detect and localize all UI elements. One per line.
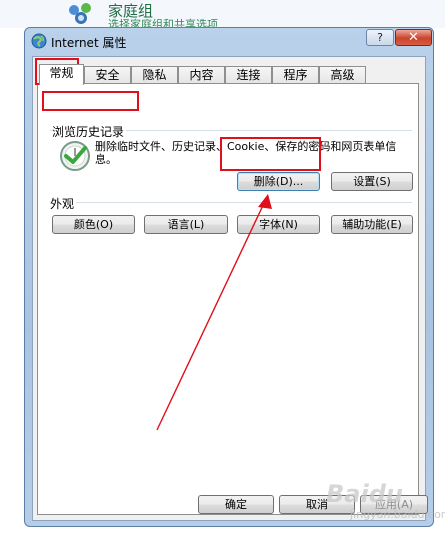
history-clock-icon xyxy=(60,141,90,171)
history-description: 删除临时文件、历史记录、Cookie、保存的密码和网页表单信息。 xyxy=(95,140,397,166)
languages-button[interactable]: 语言(L) xyxy=(144,215,228,234)
title-bar[interactable]: Internet 属性 ? ✕ xyxy=(25,28,433,56)
tab-content[interactable]: 内容 xyxy=(178,66,225,84)
tab-programs[interactable]: 程序 xyxy=(272,66,319,84)
tab-privacy[interactable]: 隐私 xyxy=(131,66,178,84)
ok-button[interactable]: 确定 xyxy=(198,495,274,514)
internet-properties-dialog: Internet 属性 ? ✕ 常规 安全 隐私 内容 连接 程序 高级 浏览历… xyxy=(24,27,434,527)
history-settings-button[interactable]: 设置(S) xyxy=(331,172,413,191)
tab-connections[interactable]: 连接 xyxy=(225,66,272,84)
window-title: Internet 属性 xyxy=(51,36,127,50)
history-group-title: 浏览历史记录 xyxy=(52,123,127,140)
baidu-watermark: Baidu xyxy=(326,480,403,508)
tab-advanced[interactable]: 高级 xyxy=(319,66,366,84)
baidu-watermark-url: jingyan.baidu.com xyxy=(350,508,445,521)
tab-general[interactable]: 常规 xyxy=(39,64,84,85)
fonts-button[interactable]: 字体(N) xyxy=(237,215,320,234)
close-button[interactable]: ✕ xyxy=(395,29,432,46)
delete-history-button[interactable]: 删除(D)... xyxy=(237,172,320,191)
colors-button[interactable]: 颜色(O) xyxy=(52,215,135,234)
homegroup-icon xyxy=(69,3,91,24)
dialog-client-area: 常规 安全 隐私 内容 连接 程序 高级 浏览历史记录 删除临时文件、历史记录、… xyxy=(32,56,426,521)
appearance-group-divider xyxy=(50,202,412,203)
accessibility-button[interactable]: 辅助功能(E) xyxy=(331,215,413,234)
help-button[interactable]: ? xyxy=(366,29,394,46)
general-tab-panel: 浏览历史记录 删除临时文件、历史记录、Cookie、保存的密码和网页表单信息。 … xyxy=(37,83,419,515)
background-window: 家庭组 选择家庭组和共享选项 xyxy=(0,0,445,28)
appearance-group-title: 外观 xyxy=(50,195,77,212)
tab-security[interactable]: 安全 xyxy=(84,66,131,84)
internet-globe-icon xyxy=(31,33,47,49)
